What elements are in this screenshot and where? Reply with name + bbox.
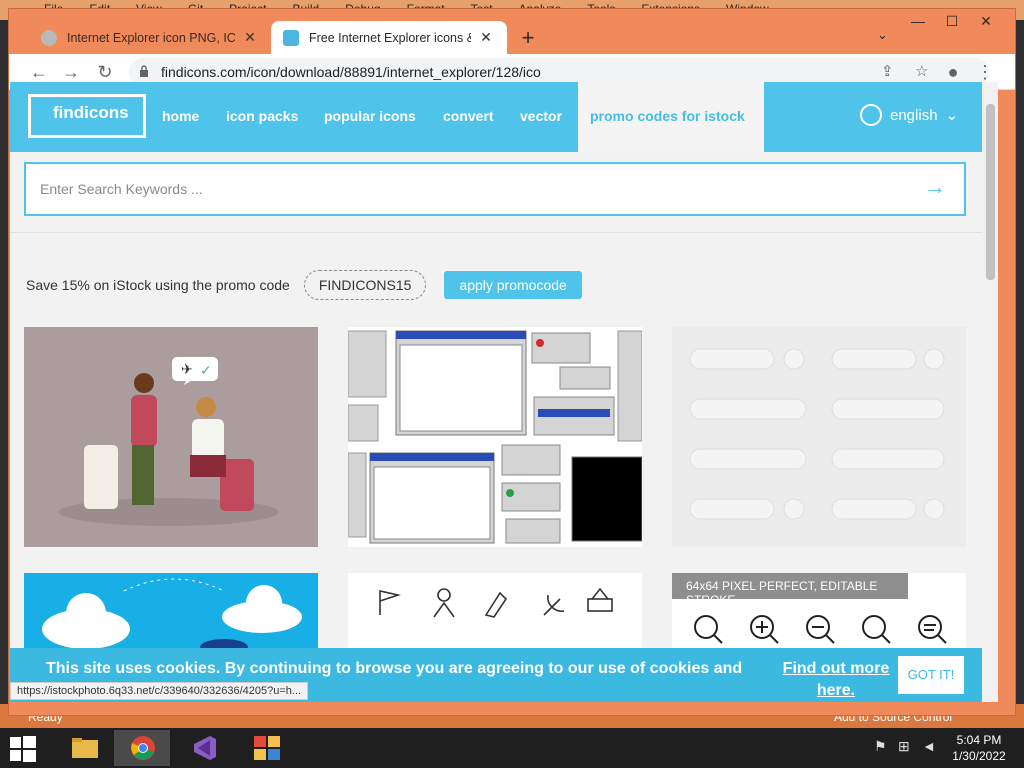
svg-text:✓: ✓: [200, 362, 212, 378]
promo-text: Save 15% on iStock using the promo code: [26, 277, 290, 293]
arrow-right-icon[interactable]: →: [924, 174, 946, 200]
nav-popular-icons[interactable]: popular icons: [324, 108, 416, 124]
minimize-icon[interactable]: —: [901, 13, 935, 37]
language-label: english: [890, 106, 938, 124]
volume-muted-icon[interactable]: ◄: [922, 738, 936, 754]
window-close-icon[interactable]: ✕: [969, 13, 1003, 37]
taskbar-app[interactable]: [238, 730, 294, 766]
network-icon[interactable]: ⊞: [898, 738, 910, 755]
tab-title: Internet Explorer icon PNG, ICO or ICNS: [67, 30, 235, 45]
divider: [10, 232, 982, 233]
retro-windows-illustration: [348, 330, 642, 544]
taskbar-chrome[interactable]: [114, 730, 170, 766]
apply-promocode-button[interactable]: apply promocode: [444, 271, 582, 299]
chevron-down-icon[interactable]: ⌄: [877, 27, 888, 43]
url-text: findicons.com/icon/download/88891/intern…: [161, 64, 541, 80]
nav-convert[interactable]: convert: [443, 108, 494, 124]
reload-icon[interactable]: ↻: [93, 60, 117, 84]
share-icon[interactable]: ⇪: [881, 62, 894, 80]
site-header: findicons home icon packs popular icons …: [10, 82, 982, 152]
taskbar-visual-studio[interactable]: [176, 730, 232, 766]
stock-image-travelers[interactable]: ✈ ✓: [24, 327, 318, 547]
travelers-illustration: ✈ ✓: [59, 357, 279, 526]
back-arrow-icon[interactable]: ←: [27, 60, 51, 84]
globe-favicon-icon: [41, 29, 57, 46]
tab-free-internet-explorer-icons[interactable]: Free Internet Explorer icons & vectors ✕: [271, 21, 507, 54]
bookmark-star-icon[interactable]: ☆: [915, 62, 928, 80]
nav-promo-codes[interactable]: promo codes for istock: [578, 82, 764, 152]
flag-icon[interactable]: ⚑: [874, 738, 887, 755]
windows-start-icon[interactable]: [10, 736, 36, 762]
card-header-text: 64x64 PIXEL PERFECT, EDITABLE STROKE: [672, 573, 908, 607]
search-bars-illustration: [689, 348, 945, 520]
findicons-favicon-icon: [283, 29, 299, 46]
search-box: →: [24, 162, 966, 216]
close-icon[interactable]: ✕: [477, 29, 495, 46]
scrollbar-thumb[interactable]: [986, 104, 995, 280]
tab-title: Free Internet Explorer icons & vectors: [309, 30, 471, 45]
page-scrollbar[interactable]: [982, 82, 998, 702]
clock-time: 5:04 PM: [956, 733, 1002, 747]
lock-icon: [140, 65, 148, 77]
link-status-url: https://istockphoto.6q33.net/c/339640/33…: [10, 682, 309, 700]
taskbar: ⚑ ⊞ ◄ 5:04 PM 1/30/2022: [0, 728, 1024, 768]
globe-icon: [860, 104, 882, 126]
taskbar-file-explorer[interactable]: [56, 730, 112, 766]
stock-image-search-bars[interactable]: [672, 327, 966, 547]
chevron-down-icon: ⌄: [945, 107, 959, 124]
new-tab-icon[interactable]: +: [517, 25, 539, 51]
folder-icon: [72, 738, 98, 758]
language-selector[interactable]: english ⌄: [860, 104, 958, 126]
findicons-logo[interactable]: findicons: [28, 94, 146, 138]
close-icon[interactable]: ✕: [241, 29, 259, 46]
clock-date: 1/30/2022: [952, 749, 1006, 763]
tab-internet-explorer-icon[interactable]: Internet Explorer icon PNG, ICO or ICNS …: [29, 21, 271, 54]
profile-icon[interactable]: ●: [941, 60, 965, 84]
find-out-more-link[interactable]: Find out more here.: [774, 658, 898, 702]
nav-home[interactable]: home: [162, 108, 199, 124]
forward-arrow-icon[interactable]: →: [59, 60, 83, 84]
promo-row: Save 15% on iStock using the promo code …: [26, 270, 666, 300]
got-it-button[interactable]: GOT IT!: [898, 656, 964, 694]
page-viewport: findicons home icon packs popular icons …: [10, 82, 982, 702]
taskbar-clock[interactable]: 5:04 PM 1/30/2022: [944, 732, 1014, 764]
maximize-icon[interactable]: ☐: [935, 13, 969, 37]
promo-code-badge[interactable]: FINDICONS15: [303, 270, 427, 300]
svg-text:✈: ✈: [181, 361, 193, 377]
more-menu-icon[interactable]: ⋮: [973, 60, 997, 84]
visual-studio-icon: [194, 736, 216, 760]
search-input[interactable]: [40, 178, 900, 200]
app-icon: [254, 736, 280, 760]
nav-icon-packs[interactable]: icon packs: [226, 108, 298, 124]
chrome-icon: [131, 736, 155, 760]
tab-strip: Internet Explorer icon PNG, ICO or ICNS …: [9, 9, 1017, 54]
nav-vector[interactable]: vector: [520, 108, 562, 124]
stock-image-retro-windows[interactable]: [348, 327, 642, 547]
